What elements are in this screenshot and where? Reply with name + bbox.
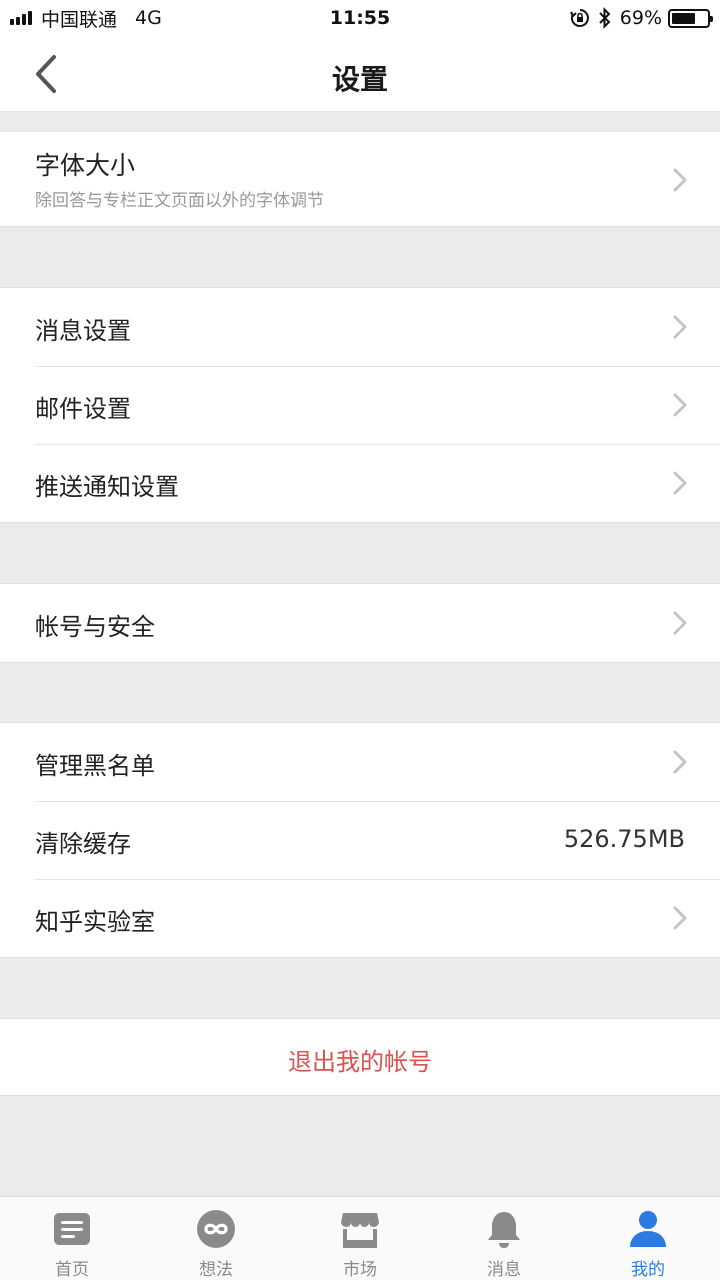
- chevron-right-icon: [673, 906, 687, 930]
- clear-cache-row[interactable]: 清除缓存 526.75MB: [0, 801, 720, 879]
- bell-icon: [488, 1212, 520, 1248]
- status-left: 中国联通 4G: [10, 0, 162, 36]
- logout-button[interactable]: 退出我的帐号: [0, 1018, 720, 1096]
- cache-size-value: 526.75MB: [563, 825, 685, 853]
- tab-messages[interactable]: 消息: [432, 1197, 576, 1280]
- orientation-lock-icon: [569, 8, 590, 28]
- battery-icon: [668, 8, 713, 28]
- push-settings-label: 推送通知设置: [35, 473, 179, 501]
- font-size-label: 字体大小: [35, 151, 136, 180]
- status-right: 69%: [569, 0, 713, 36]
- chevron-right-icon: [673, 315, 687, 339]
- tab-home[interactable]: 首页: [0, 1197, 144, 1280]
- blacklist-label: 管理黑名单: [35, 752, 155, 780]
- misc-group: 管理黑名单 清除缓存 526.75MB 知乎实验室: [0, 722, 720, 958]
- status-bar: 中国联通 4G 11:55 69%: [0, 0, 720, 36]
- network-type: 4G: [135, 7, 162, 29]
- notifications-group: 消息设置 邮件设置 推送通知设置: [0, 287, 720, 523]
- blacklist-row[interactable]: 管理黑名单: [0, 723, 720, 801]
- tab-profile-label: 我的: [631, 1260, 665, 1280]
- account-group: 帐号与安全: [0, 583, 720, 663]
- chevron-right-icon: [673, 611, 687, 635]
- market-icon: [341, 1213, 379, 1248]
- email-settings-row[interactable]: 邮件设置: [0, 366, 720, 444]
- bluetooth-icon: [598, 7, 612, 29]
- email-settings-label: 邮件设置: [35, 395, 131, 423]
- tab-ideas[interactable]: 想法: [144, 1197, 288, 1280]
- back-button[interactable]: [22, 50, 70, 98]
- account-security-label: 帐号与安全: [35, 613, 155, 641]
- message-settings-row[interactable]: 消息设置: [0, 288, 720, 366]
- font-size-row[interactable]: 字体大小 除回答与专栏正文页面以外的字体调节: [0, 132, 720, 226]
- logout-label: 退出我的帐号: [288, 1048, 432, 1076]
- tab-ideas-label: 想法: [199, 1260, 233, 1280]
- profile-icon: [630, 1211, 666, 1247]
- page-title: 设置: [331, 63, 388, 96]
- tab-market-label: 市场: [343, 1260, 377, 1280]
- message-settings-label: 消息设置: [35, 317, 131, 345]
- tab-messages-label: 消息: [487, 1260, 521, 1280]
- ideas-icon: [197, 1210, 235, 1248]
- signal-icon: [10, 11, 34, 25]
- push-settings-row[interactable]: 推送通知设置: [0, 444, 720, 522]
- chevron-left-icon: [36, 55, 56, 93]
- chevron-right-icon: [673, 168, 687, 192]
- battery-percent: 69%: [619, 7, 662, 29]
- home-feed-icon: [54, 1213, 90, 1245]
- chevron-right-icon: [673, 750, 687, 774]
- carrier-name: 中国联通: [41, 8, 118, 31]
- tab-profile[interactable]: 我的: [576, 1197, 720, 1280]
- chevron-right-icon: [673, 471, 687, 495]
- tab-market[interactable]: 市场: [288, 1197, 432, 1280]
- nav-bar: 设置: [0, 36, 720, 112]
- font-size-group: 字体大小 除回答与专栏正文页面以外的字体调节: [0, 131, 720, 227]
- tab-bar: 首页 想法 市场 消息 我的: [0, 1196, 720, 1280]
- font-size-subtitle: 除回答与专栏正文页面以外的字体调节: [35, 191, 324, 211]
- account-security-row[interactable]: 帐号与安全: [0, 584, 720, 662]
- zhihu-lab-label: 知乎实验室: [35, 908, 155, 936]
- clear-cache-label: 清除缓存: [35, 830, 131, 858]
- tab-home-label: 首页: [55, 1260, 89, 1280]
- zhihu-lab-row[interactable]: 知乎实验室: [0, 879, 720, 957]
- chevron-right-icon: [673, 393, 687, 417]
